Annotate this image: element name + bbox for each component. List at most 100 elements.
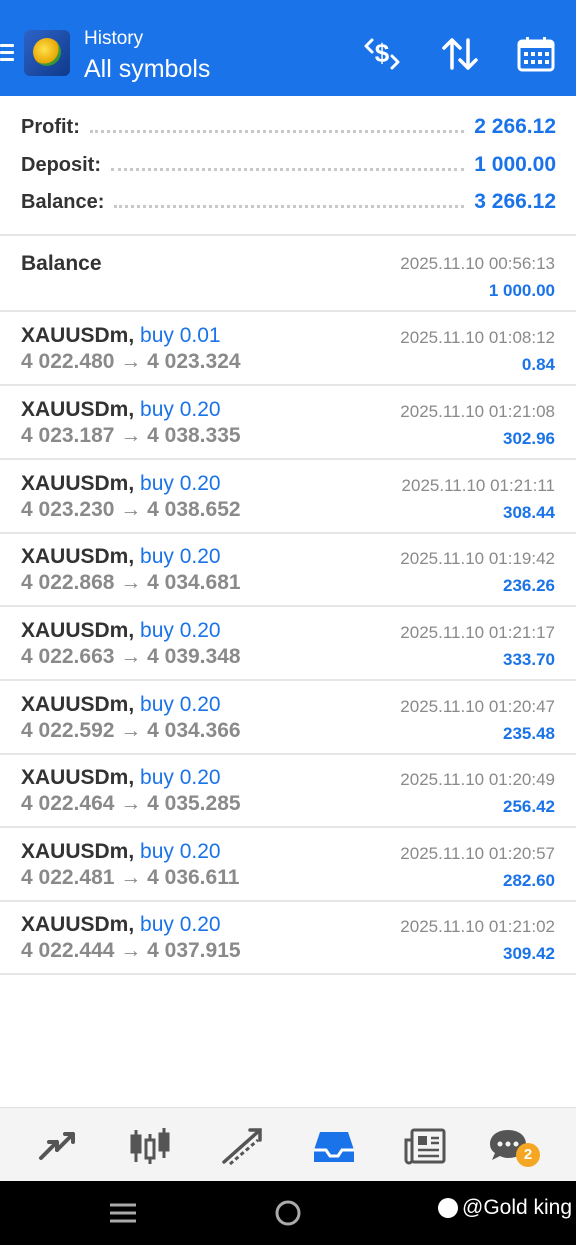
news-icon[interactable] xyxy=(404,1126,448,1166)
deal-row[interactable]: XAUUSDm, buy 0.20 4 022.592 → 4 034.366 … xyxy=(0,681,576,755)
open-price: 4 022.480 xyxy=(21,350,115,373)
deposit-row: Deposit: 1 000.00 xyxy=(21,150,556,180)
deal-type: buy 0.20 xyxy=(140,766,221,789)
arrow-icon: → xyxy=(120,719,142,742)
arrow-icon: → xyxy=(120,866,142,889)
balance-entry-amount: 1 000.00 xyxy=(488,281,555,300)
close-price: 4 038.335 xyxy=(147,424,241,447)
dotted-leader xyxy=(114,204,465,208)
deal-type: buy 0.01 xyxy=(140,324,221,347)
quotes-icon[interactable] xyxy=(35,1126,79,1166)
arrow-icon: → xyxy=(120,498,142,521)
dotted-leader xyxy=(111,167,465,171)
deal-symbol: XAUUSDm, xyxy=(21,766,135,789)
deal-profit: 0.84 xyxy=(521,355,555,374)
deal-row[interactable]: XAUUSDm, buy 0.20 4 022.481 → 4 036.611 … xyxy=(0,828,576,902)
dotted-leader xyxy=(89,129,465,133)
close-price: 4 035.285 xyxy=(147,792,241,815)
currency-filter-icon[interactable]: $ xyxy=(362,36,402,72)
deal-row[interactable]: XAUUSDm, buy 0.20 4 022.663 → 4 039.348 … xyxy=(0,607,576,681)
open-price: 4 022.464 xyxy=(21,792,115,815)
close-price: 4 023.324 xyxy=(147,350,241,373)
bottom-tab-bar xyxy=(0,1107,576,1181)
deal-row[interactable]: XAUUSDm, buy 0.20 4 023.187 → 4 038.335 … xyxy=(0,386,576,460)
deal-time: 2025.11.10 01:20:47 xyxy=(400,697,555,716)
deal-symbol: XAUUSDm, xyxy=(21,472,135,495)
header-subtitle: History xyxy=(84,28,144,49)
close-price: 4 038.652 xyxy=(147,498,241,521)
deposit-value: 1 000.00 xyxy=(474,153,556,176)
balance-label: Balance: xyxy=(21,190,105,213)
deal-profit: 309.42 xyxy=(503,944,555,963)
profit-row: Profit: 2 266.12 xyxy=(21,112,556,142)
deal-profit: 235.48 xyxy=(503,724,555,743)
deal-time: 2025.11.10 01:21:08 xyxy=(400,402,555,421)
deal-symbol: XAUUSDm, xyxy=(21,545,135,568)
deal-row[interactable]: XAUUSDm, buy 0.20 4 023.230 → 4 038.652 … xyxy=(0,460,576,534)
deal-profit: 256.42 xyxy=(503,797,555,816)
deal-time: 2025.11.10 01:20:57 xyxy=(400,844,555,863)
balance-entry-time: 2025.11.10 00:56:13 xyxy=(400,254,555,273)
deal-time: 2025.11.10 01:21:11 xyxy=(401,476,555,495)
menu-icon[interactable] xyxy=(0,44,14,62)
svg-text:$: $ xyxy=(375,38,390,68)
profit-label: Profit: xyxy=(21,115,80,138)
deal-profit: 282.60 xyxy=(503,871,555,890)
deal-type: buy 0.20 xyxy=(140,840,221,863)
arrow-icon: → xyxy=(120,424,142,447)
arrow-icon: → xyxy=(120,792,142,815)
home-icon[interactable] xyxy=(274,1199,302,1227)
arrow-icon: → xyxy=(120,939,142,962)
deal-row[interactable]: XAUUSDm, buy 0.20 4 022.444 → 4 037.915 … xyxy=(0,901,576,975)
deal-profit: 236.26 xyxy=(503,576,555,595)
open-price: 4 023.187 xyxy=(21,424,115,447)
deal-row[interactable]: XAUUSDm, buy 0.01 4 022.480 → 4 023.324 … xyxy=(0,312,576,386)
header-title[interactable]: All symbols xyxy=(84,55,210,84)
profit-value: 2 266.12 xyxy=(474,115,556,138)
balance-entry-row[interactable]: Balance 2025.11.10 00:56:13 1 000.00 xyxy=(0,238,576,312)
recents-icon[interactable] xyxy=(108,1201,138,1225)
deal-time: 2025.11.10 01:08:12 xyxy=(400,328,555,347)
open-price: 4 022.592 xyxy=(21,719,115,742)
deal-symbol: XAUUSDm, xyxy=(21,619,135,642)
chart-icon[interactable] xyxy=(128,1126,172,1166)
deal-symbol: XAUUSDm, xyxy=(21,398,135,421)
deal-symbol: XAUUSDm, xyxy=(21,693,135,716)
close-price: 4 036.611 xyxy=(147,866,240,889)
open-price: 4 022.444 xyxy=(21,939,115,962)
close-price: 4 037.915 xyxy=(147,939,241,962)
deal-symbol: XAUUSDm, xyxy=(21,840,135,863)
watermark: @Gold king xyxy=(438,1196,572,1220)
deal-symbol: XAUUSDm, xyxy=(21,324,135,347)
close-price: 4 034.366 xyxy=(147,719,241,742)
deal-profit: 302.96 xyxy=(503,429,555,448)
deal-type: buy 0.20 xyxy=(140,472,221,495)
history-summary: Profit: 2 266.12 Deposit: 1 000.00 Balan… xyxy=(0,96,576,236)
close-price: 4 039.348 xyxy=(147,645,241,668)
deal-row[interactable]: XAUUSDm, buy 0.20 4 022.464 → 4 035.285 … xyxy=(0,754,576,828)
arrow-icon: → xyxy=(120,350,142,373)
sort-icon[interactable] xyxy=(440,36,480,72)
chat-badge: 2 xyxy=(516,1143,540,1167)
balance-value: 3 266.12 xyxy=(474,190,556,213)
facebook-icon xyxy=(438,1198,458,1218)
deal-profit: 333.70 xyxy=(503,650,555,669)
deal-time: 2025.11.10 01:21:17 xyxy=(400,623,555,642)
deal-time: 2025.11.10 01:20:49 xyxy=(400,770,555,789)
open-price: 4 023.230 xyxy=(21,498,115,521)
balance-row: Balance: 3 266.12 xyxy=(21,187,556,217)
deal-type: buy 0.20 xyxy=(140,398,221,421)
trade-icon[interactable] xyxy=(220,1126,264,1166)
history-icon[interactable] xyxy=(312,1126,356,1166)
app-logo xyxy=(24,30,70,76)
deposit-label: Deposit: xyxy=(21,153,101,176)
open-price: 4 022.663 xyxy=(21,645,115,668)
deal-symbol: XAUUSDm, xyxy=(21,913,135,936)
deal-type: buy 0.20 xyxy=(140,693,221,716)
deal-row[interactable]: XAUUSDm, buy 0.20 4 022.868 → 4 034.681 … xyxy=(0,533,576,607)
deal-time: 2025.11.10 01:21:02 xyxy=(400,917,555,936)
deal-type: buy 0.20 xyxy=(140,913,221,936)
deal-time: 2025.11.10 01:19:42 xyxy=(400,549,555,568)
deal-type: buy 0.20 xyxy=(140,545,221,568)
calendar-icon[interactable] xyxy=(516,36,556,72)
